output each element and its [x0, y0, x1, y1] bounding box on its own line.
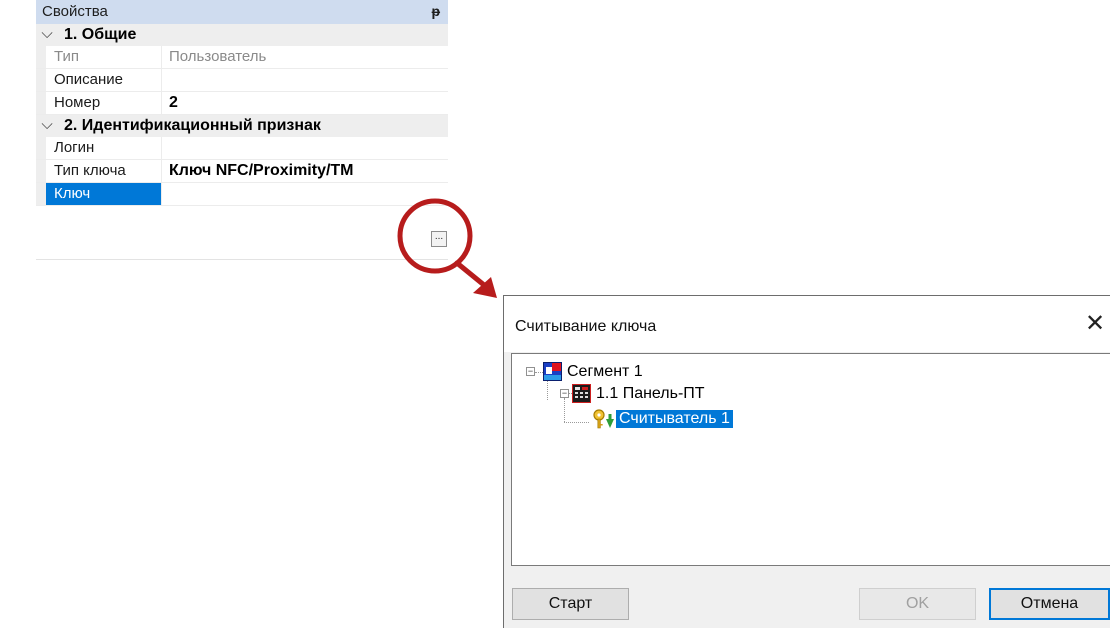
- panel-device-icon: [572, 384, 591, 403]
- collapse-icon[interactable]: −: [526, 367, 535, 376]
- property-row-number[interactable]: Номер 2: [36, 92, 448, 115]
- properties-panel: Свойства ᵽ ⌵ 1. Общие Тип Пользователь О…: [36, 0, 448, 260]
- key-editor-button[interactable]: ...: [431, 231, 447, 247]
- tree-node-reader[interactable]: Считыватель 1: [616, 410, 733, 428]
- close-icon[interactable]: ✕: [1081, 310, 1109, 338]
- property-name: Тип ключа: [46, 160, 162, 182]
- property-name: Тип: [46, 46, 162, 68]
- property-row-description[interactable]: Описание: [36, 69, 448, 92]
- read-key-dialog: Считывание ключа ✕ − Сегмент 1 − 1.1 Пан…: [503, 295, 1110, 628]
- ok-button[interactable]: OK: [859, 588, 976, 620]
- segment-icon: [543, 362, 562, 381]
- tree-node-segment[interactable]: Сегмент 1: [567, 363, 643, 381]
- category-general[interactable]: ⌵ 1. Общие: [36, 24, 448, 46]
- category-label: 1. Общие: [64, 26, 137, 43]
- tree-node-panel[interactable]: 1.1 Панель-ПТ: [596, 385, 705, 403]
- callout-arrow-head: [473, 277, 497, 298]
- property-name: Описание: [46, 69, 162, 91]
- callout-arrow-line: [454, 260, 487, 288]
- property-row-key-type[interactable]: Тип ключа Ключ NFC/Proximity/TM: [36, 160, 448, 183]
- property-value[interactable]: [163, 183, 448, 205]
- property-value[interactable]: [163, 137, 448, 159]
- cancel-button[interactable]: Отмена: [989, 588, 1110, 620]
- pin-icon[interactable]: ᵽ: [431, 3, 440, 19]
- property-value[interactable]: [163, 69, 448, 91]
- chevron-down-icon[interactable]: ⌵: [40, 25, 54, 42]
- category-identification[interactable]: ⌵ 2. Идентификационный признак: [36, 115, 448, 137]
- key-reader-icon: [593, 409, 614, 429]
- property-value[interactable]: 2: [163, 92, 448, 114]
- property-value[interactable]: Ключ NFC/Proximity/TM: [163, 160, 448, 182]
- property-row-login[interactable]: Логин: [36, 137, 448, 160]
- chevron-down-icon[interactable]: ⌵: [40, 116, 54, 133]
- properties-panel-title: Свойства: [42, 3, 108, 20]
- dialog-title: Считывание ключа: [515, 318, 657, 335]
- dialog-titlebar: Считывание ключа ✕: [504, 296, 1110, 352]
- properties-panel-header: Свойства ᵽ: [36, 0, 448, 24]
- start-button[interactable]: Старт: [512, 588, 629, 620]
- property-value: Пользователь: [169, 48, 267, 65]
- property-name: Ключ: [46, 183, 162, 205]
- property-name: Номер: [46, 92, 162, 114]
- device-tree: − Сегмент 1 − 1.1 Панель-ПТ Считыватель …: [511, 353, 1110, 566]
- property-row-type[interactable]: Тип Пользователь: [36, 46, 448, 69]
- property-name: Логин: [46, 137, 162, 159]
- property-row-key[interactable]: Ключ: [36, 183, 448, 206]
- category-label: 2. Идентификационный признак: [64, 117, 321, 134]
- collapse-icon[interactable]: −: [560, 389, 569, 398]
